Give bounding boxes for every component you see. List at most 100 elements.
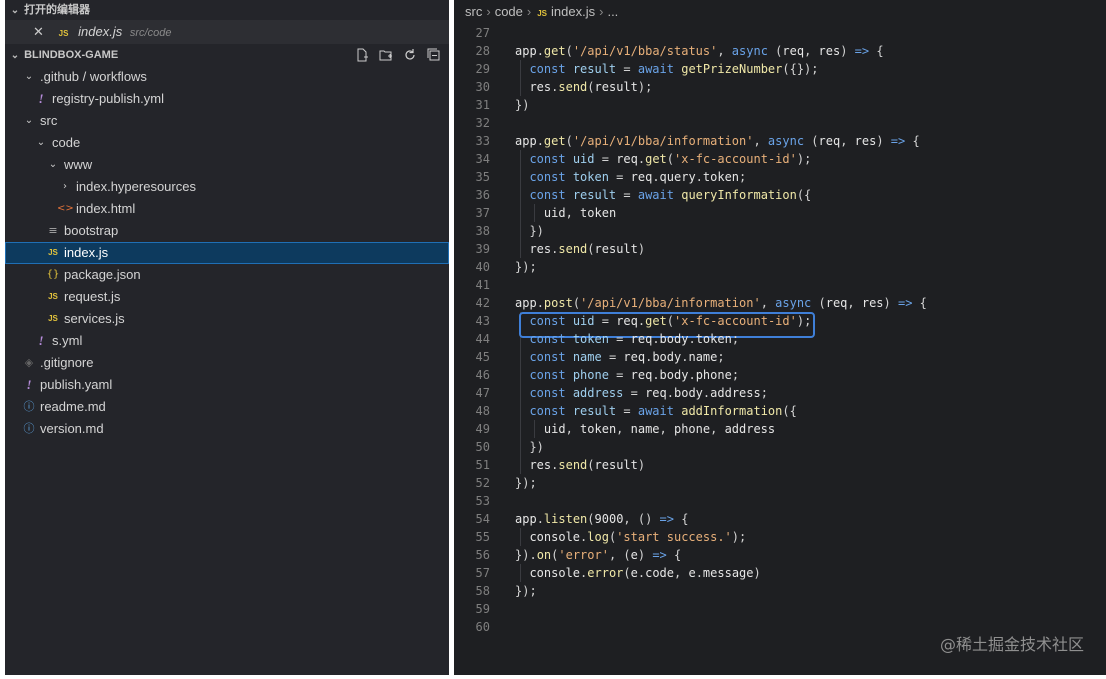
open-editor-item[interactable]: ✕ JS index.js src/code (5, 20, 449, 44)
code-text: }) (515, 222, 544, 240)
tree-item[interactable]: ! s.yml (5, 330, 449, 352)
breadcrumb-item[interactable]: index.js (551, 4, 595, 19)
new-folder-icon[interactable] (379, 48, 393, 62)
code-token: req (616, 152, 638, 166)
line-number: 43 (475, 314, 490, 328)
code-token: ) (876, 134, 891, 148)
code-line: 40}); (454, 258, 1106, 276)
code-line: 43 const uid = req.get('x-fc-account-id'… (454, 312, 1106, 330)
tree-item[interactable]: JS services.js (5, 308, 449, 330)
chevron-right-icon: › (63, 181, 67, 192)
tree-item[interactable]: JS index.js (5, 242, 449, 264)
code-text: const address = req.body.address; (515, 384, 768, 402)
tree-item-label: services.js (64, 311, 125, 326)
tree-item[interactable]: ⌄ code (5, 132, 449, 154)
tree-item[interactable]: ⌄ src (5, 110, 449, 132)
code-token: }) (515, 440, 544, 454)
tree-item[interactable]: ! registry-publish.yml (5, 88, 449, 110)
code-token: code (645, 566, 674, 580)
code-token: }); (515, 476, 537, 490)
info-icon: ⓘ (23, 422, 35, 435)
tree-item[interactable]: › index.hyperesources (5, 176, 449, 198)
code-line: 27 (454, 24, 1106, 42)
tree-item[interactable]: ◈ .gitignore (5, 352, 449, 374)
chevron-down-icon: ⌄ (36, 137, 46, 148)
code-text: console.log('start success.'); (515, 528, 746, 546)
line-number: 48 (475, 404, 490, 418)
code-token: '/api/v1/bba/status' (572, 44, 718, 58)
collapse-all-icon[interactable] (427, 48, 441, 62)
code-token: , ( (608, 548, 631, 562)
code-token: => (854, 44, 870, 58)
code-token: const (529, 404, 566, 418)
info-icon: ⓘ (23, 400, 35, 413)
project-name: BLINDBOX-GAME (24, 49, 119, 61)
code-token: body (659, 332, 689, 346)
code-line: 59 (454, 600, 1106, 618)
code-token: token (695, 332, 732, 346)
tree-item[interactable]: ⓘ version.md (5, 418, 449, 440)
code-token: '/api/v1/bba/information' (580, 296, 761, 310)
tree-item[interactable]: <> index.html (5, 198, 449, 220)
tree-item[interactable]: ⌄ www (5, 154, 449, 176)
code-line: 32 (454, 114, 1106, 132)
code-token: ( (587, 80, 595, 94)
open-editors-header[interactable]: ⌄ 打开的编辑器 (5, 0, 449, 20)
code-token: console (529, 530, 581, 544)
code-token: ) (637, 458, 646, 472)
line-number: 32 (475, 116, 490, 130)
breadcrumb-item[interactable]: code (495, 4, 523, 19)
code-token: result (594, 80, 638, 94)
tree-item[interactable]: {} package.json (5, 264, 449, 286)
code-line: 52}); (454, 474, 1106, 492)
line-number: 49 (475, 422, 490, 436)
refresh-icon[interactable] (403, 48, 417, 62)
tree-item-label: .gitignore (40, 355, 94, 370)
close-icon[interactable]: ✕ (33, 24, 44, 39)
tree-item[interactable]: ≡ bootstrap (5, 220, 449, 242)
code-text: const uid = req.get('x-fc-account-id'); (515, 150, 811, 168)
tree-item-label: request.js (64, 289, 121, 304)
code-token: name (688, 350, 718, 364)
code-token: }) (515, 224, 544, 238)
code-token: ; (731, 332, 740, 346)
code-token: const (529, 332, 566, 346)
line-number: 35 (475, 170, 490, 184)
code-token: , (674, 566, 689, 580)
code-token: await (637, 62, 674, 76)
js-file-icon: JS (58, 29, 69, 38)
breadcrumb-item[interactable]: src (465, 4, 482, 19)
breadcrumb-item[interactable]: ... (607, 4, 618, 19)
tree-item[interactable]: ⓘ readme.md (5, 396, 449, 418)
code-token: result (572, 62, 617, 76)
code-token: = (616, 404, 638, 418)
code-line: 38 }) (454, 222, 1106, 240)
code-token: ( (587, 512, 595, 526)
code-token: 'error' (558, 548, 609, 562)
code-line: 39 res.send(result) (454, 240, 1106, 258)
code-token: ( (565, 134, 573, 148)
chevron-down-icon: ⌄ (10, 5, 20, 16)
code-token: . (536, 512, 544, 526)
code-token: queryInformation (681, 188, 797, 202)
code-editor[interactable]: 27 28 app.get('/api/v1/bba/status', async … (454, 24, 1106, 675)
code-token: ) (637, 242, 646, 256)
code-token: { (674, 512, 689, 526)
code-line: 30 res.send(result); (454, 78, 1106, 96)
code-token: , () (623, 512, 660, 526)
tree-item[interactable]: ! publish.yaml (5, 374, 449, 396)
tree-item[interactable]: ⌄ .github / workflows (5, 66, 449, 88)
code-text: const uid = req.get('x-fc-account-id'); (515, 312, 811, 330)
code-token: ( (587, 458, 595, 472)
line-number: 30 (475, 80, 490, 94)
new-file-icon[interactable] (355, 48, 369, 62)
tree-item[interactable]: JS request.js (5, 286, 449, 308)
code-token: req (818, 134, 841, 148)
project-header[interactable]: ⌄ BLINDBOX-GAME (5, 44, 449, 66)
